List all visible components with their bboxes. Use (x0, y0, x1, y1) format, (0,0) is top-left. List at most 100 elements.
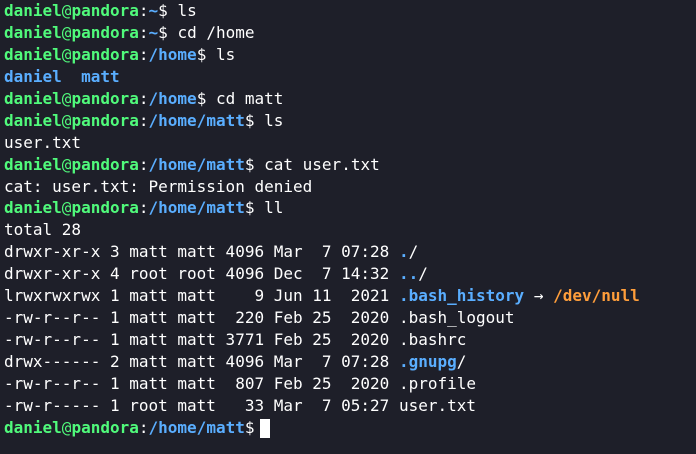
prompt-path: ~ (148, 1, 159, 20)
prompt-sep: : (138, 22, 149, 42)
dir-suffix: / (456, 352, 467, 371)
prompt-sep: : (138, 417, 149, 437)
prompt-host: pandora (71, 154, 139, 174)
prompt-user: daniel (4, 198, 62, 218)
directory-name: .gnupg (398, 352, 457, 371)
directory-name: .. (398, 264, 419, 284)
prompt-line: daniel@pandora:/home/matt$ (4, 417, 692, 439)
prompt-path: /home/matt (148, 417, 245, 437)
prompt-host: pandora (71, 22, 139, 42)
file-meta: 1 matt matt 807 Feb 25 2020 (100, 373, 399, 393)
permissions: -rw-r--r-- (4, 308, 101, 328)
prompt-dollar: $ (196, 88, 207, 108)
terminal-window[interactable]: daniel@pandora:~$ ls daniel@pandora:~$ cd… (0, 0, 696, 454)
prompt-host: pandora (71, 417, 139, 437)
file-name: .bashrc (398, 330, 467, 350)
permissions: drwxr-xr-x (4, 264, 101, 284)
permissions: drwxr-xr-x (4, 242, 101, 262)
prompt-sep: : (138, 110, 149, 130)
ls-entry: -rw-r--r-- 1 matt matt 3771 Feb 25 2020 … (4, 329, 692, 351)
prompt-line: daniel@pandora:~$ cd /home (4, 22, 692, 44)
prompt-host: pandora (71, 110, 139, 130)
prompt-path: /home (148, 88, 197, 108)
prompt-path: /home/matt (148, 198, 245, 218)
permissions: lrwxrwxrwx (4, 286, 101, 306)
command-text: cd /home (177, 22, 255, 42)
directory-name: . (398, 242, 409, 262)
prompt-sep: : (138, 154, 149, 174)
prompt-at: @ (61, 44, 72, 64)
symlink-name: .bash_history (398, 286, 525, 306)
prompt-dollar: $ (196, 44, 207, 64)
command-text: ls (177, 1, 197, 20)
output-line: cat: user.txt: Permission denied (4, 176, 692, 198)
prompt-dollar: $ (158, 22, 168, 42)
command-text: ls (264, 110, 284, 130)
prompt-user: daniel (4, 88, 62, 108)
command-text: cd matt (215, 88, 284, 108)
file-meta: 4 root root 4096 Dec 7 14:32 (100, 264, 399, 284)
file-name: .bash_logout (398, 308, 515, 328)
permissions: -rw-r--r-- (4, 373, 101, 393)
directory-name: matt (81, 66, 120, 86)
command-text: cat user.txt (264, 154, 380, 174)
prompt-at: @ (61, 22, 72, 42)
symlink-target: /dev/null (553, 286, 640, 306)
permissions: -rw-r--r-- (4, 330, 101, 350)
prompt-sep: : (138, 198, 149, 218)
prompt-line: daniel@pandora:/home$ cd matt (4, 88, 692, 110)
prompt-host: pandora (71, 198, 139, 218)
file-meta: 1 matt matt 9 Jun 11 2021 (100, 286, 399, 306)
ls-entry: drwx------ 2 matt matt 4096 Mar 7 07:28 … (4, 351, 692, 373)
output-text: total 28 (4, 220, 82, 240)
prompt-sep: : (138, 44, 149, 64)
prompt-at: @ (61, 110, 72, 130)
prompt-host: pandora (71, 44, 139, 64)
prompt-line: daniel@pandora:/home/matt$ ls (4, 110, 692, 132)
prompt-user: daniel (4, 1, 62, 20)
command-text: ll (264, 198, 284, 218)
file-name: user.txt (398, 395, 477, 415)
prompt-path: ~ (148, 22, 159, 42)
prompt-user: daniel (4, 44, 62, 64)
ls-entry: -rw-r--r-- 1 matt matt 220 Feb 25 2020 .… (4, 307, 692, 329)
prompt-sep: : (138, 88, 149, 108)
ls-entry: -rw-r----- 1 root matt 33 Mar 7 05:27 us… (4, 395, 692, 417)
file-meta: 1 matt matt 3771 Feb 25 2020 (100, 330, 399, 350)
text-cursor[interactable] (260, 418, 271, 438)
prompt-path: /home/matt (148, 110, 245, 130)
dir-listing-line: daniel matt (4, 66, 692, 88)
file-meta: 2 matt matt 4096 Mar 7 07:28 (100, 352, 399, 371)
ls-entry: drwxr-xr-x 3 matt matt 4096 Mar 7 07:28 … (4, 241, 692, 263)
prompt-user: daniel (4, 110, 62, 130)
prompt-user: daniel (4, 154, 62, 174)
prompt-at: @ (61, 417, 72, 437)
permissions: drwx------ (4, 352, 101, 371)
ls-entry: -rw-r--r-- 1 matt matt 807 Feb 25 2020 .… (4, 373, 692, 395)
prompt-sep: : (138, 1, 149, 20)
command-text: ls (215, 44, 236, 64)
file-meta: 1 root matt 33 Mar 7 05:27 (100, 395, 399, 415)
file-meta: 3 matt matt 4096 Mar 7 07:28 (100, 242, 399, 262)
prompt-line: daniel@pandora:~$ ls (4, 0, 692, 22)
prompt-at: @ (61, 198, 72, 218)
prompt-host: pandora (71, 1, 139, 20)
prompt-at: @ (61, 154, 72, 174)
prompt-at: @ (61, 88, 72, 108)
prompt-line: daniel@pandora:/home/matt$ cat user.txt (4, 154, 692, 176)
prompt-user: daniel (4, 417, 62, 437)
output-text: user.txt (4, 132, 82, 152)
prompt-path: /home (148, 44, 197, 64)
prompt-dollar: $ (244, 417, 255, 437)
file-meta: 1 matt matt 220 Feb 25 2020 (100, 308, 399, 328)
output-line: total 28 (4, 219, 692, 241)
prompt-dollar: $ (158, 1, 168, 20)
dir-suffix: / (418, 264, 428, 284)
